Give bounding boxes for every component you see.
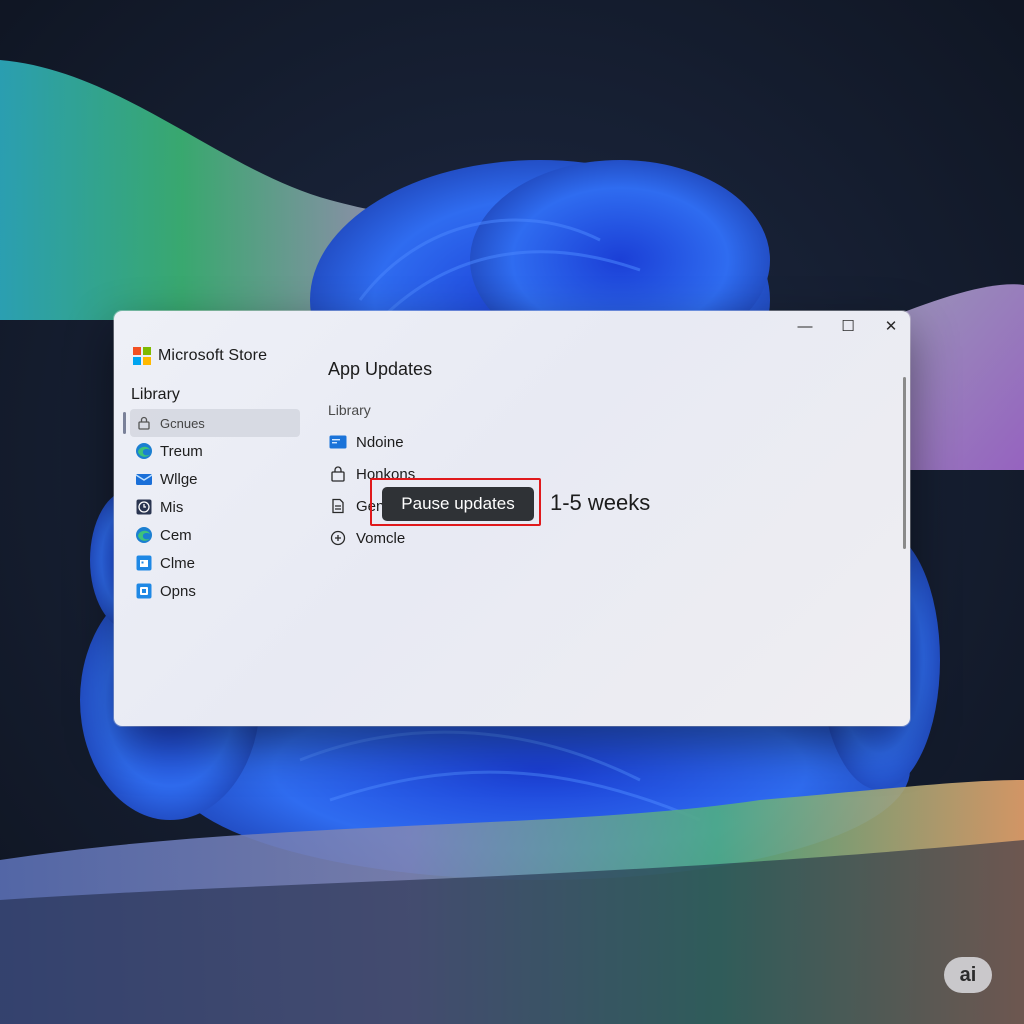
sidebar-heading: Library xyxy=(131,386,180,403)
app-brand: Microsoft Store xyxy=(133,347,267,365)
list-item[interactable]: Ndoine xyxy=(328,426,415,458)
sidebar-item-6[interactable]: Opns xyxy=(130,577,300,605)
app-title: Microsoft Store xyxy=(158,347,268,364)
close-button[interactable]: ✕ xyxy=(870,313,910,339)
ai-badge: ai xyxy=(944,957,992,993)
calendar-icon xyxy=(134,554,154,572)
document-icon xyxy=(328,497,348,515)
minimize-button[interactable]: — xyxy=(784,313,826,339)
plus-circle-icon xyxy=(328,529,348,547)
sidebar-item-0[interactable]: Gcnues xyxy=(123,409,300,437)
sidebar-item-label: Gcnues xyxy=(160,415,205,431)
microsoft-store-window: — ☐ ✕ Microsoft Store Library Gcnues Tre… xyxy=(114,311,910,726)
sidebar-item-label: Clme xyxy=(160,554,196,572)
sidebar-item-label: Cem xyxy=(160,526,192,544)
section-heading: Library xyxy=(328,402,371,418)
edge-icon xyxy=(134,442,154,460)
list-item[interactable]: Vomcle xyxy=(328,522,415,554)
sidebar-nav: Gcnues Treum Wllge Mis Cem Clme Opns xyxy=(123,409,300,605)
page-title: App Updates xyxy=(328,359,433,379)
sidebar-item-5[interactable]: Clme xyxy=(130,549,300,577)
sidebar-item-4[interactable]: Cem xyxy=(130,521,300,549)
sidebar-item-3[interactable]: Mis xyxy=(130,493,300,521)
list-item-label: Vomcle xyxy=(356,529,406,547)
sidebar-item-label: Wllge xyxy=(160,470,198,488)
pause-updates-button[interactable]: Pause updates xyxy=(382,487,534,521)
pause-duration-label: 1-5 weeks xyxy=(550,490,651,515)
app-tile-icon xyxy=(328,433,348,451)
sidebar-item-2[interactable]: Wllge xyxy=(130,465,300,493)
vertical-scrollbar[interactable] xyxy=(903,377,906,549)
microsoft-logo-icon xyxy=(133,347,151,365)
sidebar-item-label: Treum xyxy=(160,442,203,460)
list-item-label: Ndoine xyxy=(356,433,404,451)
maximize-button[interactable]: ☐ xyxy=(827,313,869,339)
edge-icon xyxy=(134,526,154,544)
sidebar-item-1[interactable]: Treum xyxy=(130,437,300,465)
mail-icon xyxy=(134,470,154,488)
lock-icon xyxy=(134,414,154,432)
sidebar-item-label: Mis xyxy=(160,498,184,516)
bag-icon xyxy=(328,465,348,483)
sidebar-item-label: Opns xyxy=(160,582,196,600)
clock-icon xyxy=(134,498,154,516)
store-icon xyxy=(134,582,154,600)
